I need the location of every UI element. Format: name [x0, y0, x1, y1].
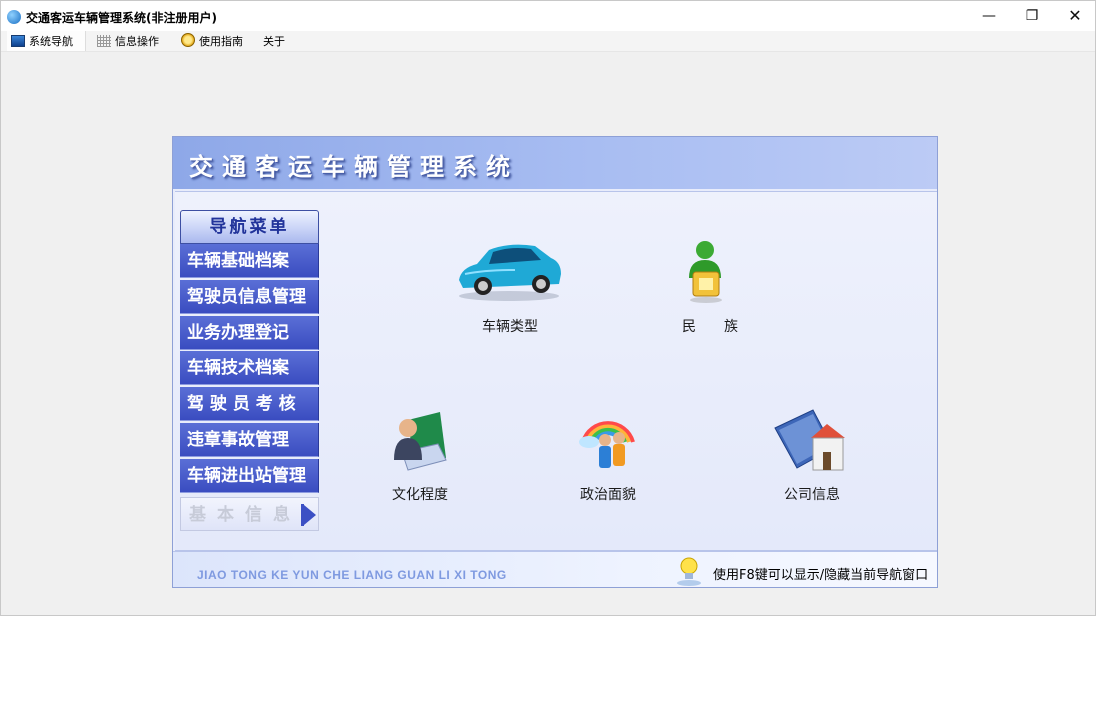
panel-content: 导航菜单 车辆基础档案 驾驶员信息管理 业务办理登记 车辆技术档案 驾 驶 员 … [175, 191, 937, 551]
menu-item-about[interactable]: 关于 [259, 31, 285, 51]
window-title: 交通客运车辆管理系统(非注册用户) [26, 11, 217, 25]
feature-label: 民 族 [682, 319, 738, 335]
close-button[interactable]: ✕ [1052, 1, 1098, 31]
nav-menu-heading: 导航菜单 [180, 210, 319, 244]
app-logo-icon [7, 10, 21, 24]
menu-item-info-ops[interactable]: 信息操作 [93, 31, 159, 51]
ethnic-person-icon[interactable] [683, 238, 729, 304]
nav-item-basic-info[interactable]: 基本信息 [180, 497, 319, 531]
footer-pinyin: JIAO TONG KE YUN CHE LIANG GUAN LI XI TO… [197, 568, 507, 582]
grid-icon [97, 35, 111, 47]
politics-icon[interactable] [575, 408, 641, 474]
nav-item-vehicle-tech[interactable]: 车辆技术档案 [180, 351, 319, 385]
menu-item-label: 信息操作 [115, 35, 159, 48]
main-panel: 交通客运车辆管理系统 导航菜单 车辆基础档案 驾驶员信息管理 业务办理登记 车辆… [172, 136, 938, 588]
car-icon[interactable] [455, 240, 563, 302]
arrow-right-icon [301, 504, 316, 526]
company-icon[interactable] [773, 408, 849, 474]
feature-label: 政治面貌 [580, 487, 636, 503]
panel-header: 交通客运车辆管理系统 [173, 137, 937, 189]
education-icon[interactable] [388, 408, 450, 474]
nav-item-business-register[interactable]: 业务办理登记 [180, 316, 319, 350]
feature-label: 公司信息 [784, 487, 840, 503]
title-bar[interactable]: 交通客运车辆管理系统(非注册用户) — ❐ ✕ [1, 1, 1095, 31]
feature-label: 车辆类型 [482, 319, 538, 335]
menu-item-label: 使用指南 [199, 35, 243, 48]
app-window: 交通客运车辆管理系统(非注册用户) — ❐ ✕ 系统导航 信息操作 使用指南 关… [0, 0, 1096, 616]
monitor-icon [11, 35, 25, 47]
nav-item-violation-accident[interactable]: 违章事故管理 [180, 423, 319, 457]
nav-item-station-entry[interactable]: 车辆进出站管理 [180, 459, 319, 493]
menu-item-guide[interactable]: 使用指南 [177, 31, 243, 51]
menu-item-label: 系统导航 [29, 35, 73, 48]
feature-label: 文化程度 [392, 487, 448, 503]
minimize-button[interactable]: — [966, 1, 1012, 31]
maximize-button[interactable]: ❐ [1009, 1, 1055, 31]
menu-item-system-nav[interactable]: 系统导航 [7, 31, 86, 51]
nav-item-driver-assessment[interactable]: 驾 驶 员 考 核 [180, 387, 319, 421]
clock-icon [181, 33, 195, 47]
page-title: 交通客运车辆管理系统 [189, 152, 519, 181]
nav-item-driver-info[interactable]: 驾驶员信息管理 [180, 280, 319, 314]
nav-item-vehicle-archive[interactable]: 车辆基础档案 [180, 244, 319, 278]
f8-hint-text: 使用F8键可以显示/隐藏当前导航窗口 [713, 568, 929, 583]
menu-bar: 系统导航 信息操作 使用指南 关于 [1, 31, 1095, 52]
status-footer: JIAO TONG KE YUN CHE LIANG GUAN LI XI TO… [173, 551, 937, 587]
lightbulb-icon [677, 557, 701, 586]
nav-item-label: 基本信息 [189, 505, 301, 525]
menu-item-label: 关于 [263, 35, 285, 48]
